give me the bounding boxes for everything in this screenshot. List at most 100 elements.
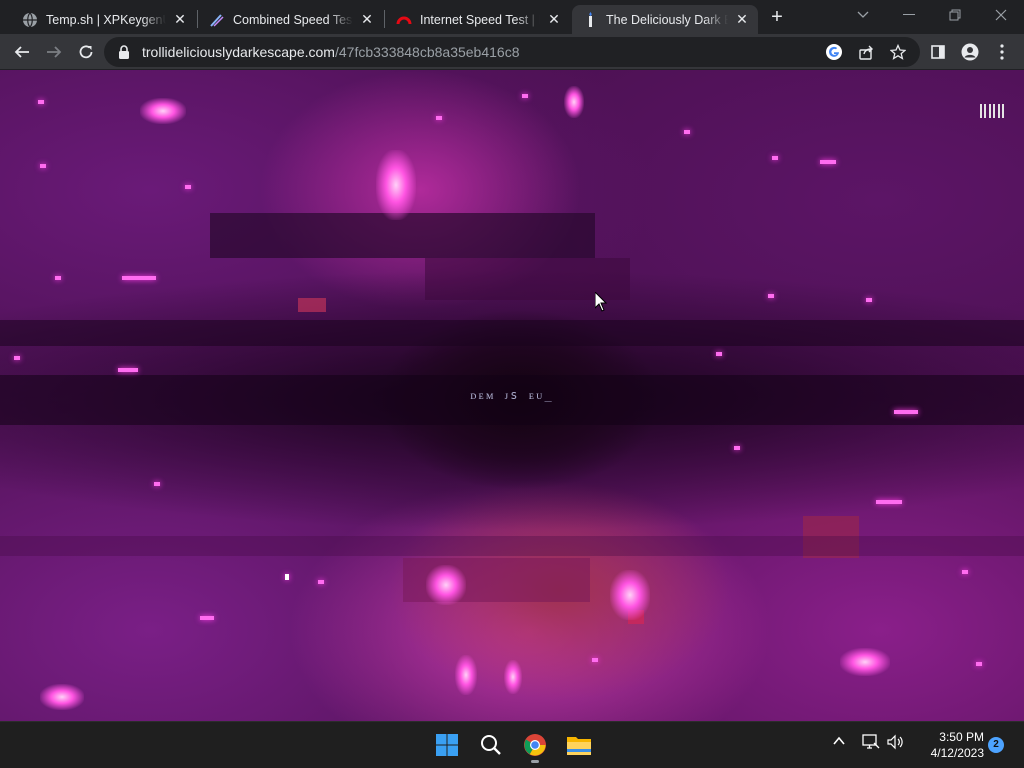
light-streak (610, 570, 650, 620)
star-spark (820, 160, 836, 164)
star-spark (154, 482, 160, 486)
close-tab-icon[interactable]: ✕ (359, 11, 375, 28)
star-spark (734, 446, 740, 450)
star-spark (55, 276, 61, 280)
star-spark (592, 658, 598, 662)
search-icon[interactable] (476, 730, 506, 760)
browser-tab-strip: Temp.sh | XPKeygenUL ✕ Combined Speed Te… (0, 0, 1024, 34)
star-spark (768, 294, 774, 298)
star-spark (866, 298, 872, 302)
star-spark (118, 368, 138, 372)
tab-internet-speed-test[interactable]: Internet Speed Test | Fa ✕ (386, 5, 570, 34)
star-spark (962, 570, 968, 574)
bars-menu-icon[interactable] (980, 104, 1004, 118)
tab-title: Internet Speed Test | Fa (420, 12, 540, 27)
lock-icon[interactable] (116, 44, 132, 60)
forward-button[interactable] (40, 38, 68, 66)
glitch-block (210, 213, 595, 258)
page-viewport: ᴅᴇᴍ ᴊs ᴇᴜ_ (0, 70, 1024, 721)
light-streak (564, 86, 584, 118)
tab-title: The Deliciously Dark Es (606, 12, 728, 27)
star-spark (318, 580, 324, 584)
mouse-cursor-icon (595, 292, 607, 312)
side-panel-button[interactable] (924, 38, 952, 66)
light-streak (40, 684, 84, 710)
close-window-icon[interactable] (978, 0, 1024, 30)
minimize-icon[interactable] (886, 0, 932, 30)
glitch-block (0, 536, 1024, 556)
show-hidden-icons-chevron-icon[interactable] (832, 734, 846, 751)
star-spark (684, 130, 690, 134)
restore-icon[interactable] (932, 0, 978, 30)
tab-title: Temp.sh | XPKeygenUL (46, 12, 166, 27)
reload-button[interactable] (72, 38, 100, 66)
glitch-block (0, 320, 1024, 346)
reload-icon (79, 45, 93, 59)
kebab-menu-icon (1000, 44, 1004, 60)
close-tab-icon[interactable]: ✕ (546, 11, 562, 28)
chrome-menu-button[interactable] (988, 38, 1016, 66)
notification-badge[interactable]: 2 (988, 737, 1004, 753)
share-icon[interactable] (856, 42, 876, 62)
glitch-block (298, 298, 326, 312)
star-spark (876, 500, 902, 504)
file-explorer-icon[interactable] (564, 730, 594, 760)
profile-avatar-icon (961, 43, 979, 61)
side-panel-icon (931, 45, 945, 59)
light-streak (140, 98, 186, 124)
star-spark (40, 164, 46, 168)
tab-combined-speed-test[interactable]: Combined Speed Test f ✕ (199, 5, 383, 34)
star-spark (122, 276, 156, 280)
glitch-center-text: ᴅᴇᴍ ᴊs ᴇᴜ_ (470, 388, 554, 402)
url-path: /47fcb333848cb8a35eb416c8 (334, 44, 520, 60)
light-streak (426, 565, 466, 605)
clock-time: 3:50 PM (939, 730, 984, 744)
star-spark (200, 616, 214, 620)
google-lens-icon[interactable] (824, 42, 844, 62)
star-spark (772, 156, 778, 160)
arrow-right-icon (47, 46, 62, 58)
tab-separator (384, 10, 385, 28)
chrome-icon[interactable] (520, 730, 550, 763)
tab-separator (197, 10, 198, 28)
back-button[interactable] (8, 38, 36, 66)
close-tab-icon[interactable]: ✕ (172, 11, 188, 28)
volume-icon[interactable] (887, 734, 905, 753)
globe-icon (22, 12, 38, 28)
star-spark (976, 662, 982, 666)
star-spark (185, 185, 191, 189)
tab-temp-sh[interactable]: Temp.sh | XPKeygenUL ✕ (12, 5, 196, 34)
arrow-left-icon (14, 46, 29, 58)
close-tab-icon[interactable]: ✕ (734, 11, 750, 28)
system-clock[interactable]: 3:50 PM 4/12/2023 (912, 729, 984, 761)
new-tab-button[interactable]: + (766, 6, 788, 28)
light-streak (504, 660, 522, 694)
address-bar[interactable]: trollideliciouslydarkescape.com/47fcb333… (104, 37, 920, 67)
candle-icon (582, 11, 598, 28)
fast-icon (396, 12, 412, 28)
tab-title: Combined Speed Test f (233, 12, 353, 27)
speed-test-icon (209, 12, 225, 28)
bookmark-star-icon[interactable] (888, 42, 908, 62)
network-icon[interactable] (862, 734, 880, 753)
light-streak (455, 655, 477, 695)
clock-date: 4/12/2023 (930, 746, 984, 760)
light-streak (840, 648, 890, 676)
tab-deliciously-dark-escape[interactable]: The Deliciously Dark Es ✕ (572, 5, 758, 34)
profile-button[interactable] (956, 38, 984, 66)
windows-taskbar: 3:50 PM 4/12/2023 2 (0, 721, 1024, 768)
star-spark (14, 356, 20, 360)
light-streak (376, 150, 416, 220)
star-spark (522, 94, 528, 98)
windows-start-icon[interactable] (432, 730, 462, 760)
star-spark (285, 574, 289, 580)
active-app-indicator (531, 760, 539, 763)
tab-search-icon[interactable] (840, 0, 886, 30)
url-domain: trollideliciouslydarkescape.com (142, 44, 335, 60)
star-spark (38, 100, 44, 104)
star-spark (716, 352, 722, 356)
star-spark (436, 116, 442, 120)
url-text[interactable]: trollideliciouslydarkescape.com/47fcb333… (142, 44, 520, 60)
browser-toolbar: trollideliciouslydarkescape.com/47fcb333… (0, 34, 1024, 70)
star-spark (894, 410, 918, 414)
